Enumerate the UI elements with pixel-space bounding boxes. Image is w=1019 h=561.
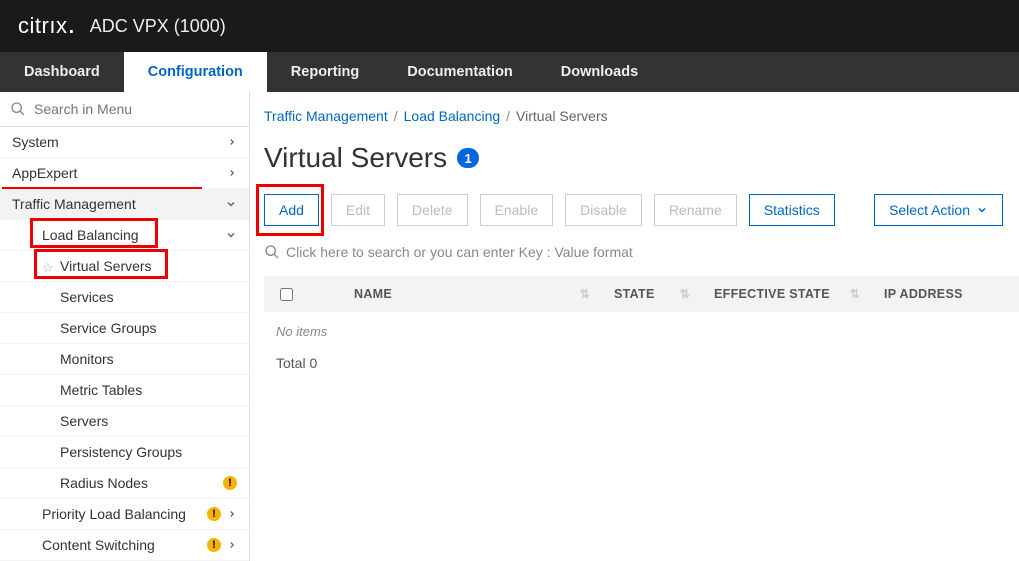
sidebar-item-radius-nodes[interactable]: Radius Nodes !: [0, 468, 249, 499]
statistics-button[interactable]: Statistics: [749, 194, 835, 226]
product-title: ADC VPX (1000): [90, 16, 226, 37]
warning-icon: !: [207, 538, 221, 552]
enable-button: Enable: [480, 194, 554, 226]
column-effective-state[interactable]: EFFECTIVE STATE ⇅: [702, 287, 872, 301]
sidebar-item-label: System: [12, 134, 59, 150]
sidebar-item-label: Monitors: [60, 351, 114, 367]
sidebar-search[interactable]: [0, 92, 249, 127]
sidebar-item-label: AppExpert: [12, 165, 77, 181]
tab-dashboard[interactable]: Dashboard: [0, 52, 124, 92]
column-label: NAME: [354, 287, 392, 301]
sidebar-item-label: Priority Load Balancing: [42, 506, 186, 522]
column-label: EFFECTIVE STATE: [714, 287, 830, 301]
sidebar-item-monitors[interactable]: Monitors: [0, 344, 249, 375]
sidebar-item-label: Load Balancing: [42, 227, 139, 243]
breadcrumb-current: Virtual Servers: [516, 108, 608, 124]
sidebar-item-priority-load-balancing[interactable]: Priority Load Balancing !: [0, 499, 249, 530]
toolbar: Add Edit Delete Enable Disable Rename St…: [264, 194, 1019, 226]
sidebar-search-input[interactable]: [32, 100, 239, 118]
sidebar-item-label: Persistency Groups: [60, 444, 182, 460]
column-checkbox[interactable]: [264, 285, 304, 304]
total-count: 0: [309, 355, 317, 371]
search-icon: [264, 244, 280, 260]
sidebar-item-servers[interactable]: Servers: [0, 406, 249, 437]
chevron-right-icon: [227, 168, 237, 178]
select-all-checkbox[interactable]: [280, 288, 293, 301]
sidebar-item-label: Content Switching: [42, 537, 155, 553]
breadcrumb-load-balancing[interactable]: Load Balancing: [404, 108, 501, 124]
breadcrumb-traffic-management[interactable]: Traffic Management: [264, 108, 388, 124]
warning-icon: !: [223, 476, 237, 490]
sort-icon: ⇅: [850, 287, 860, 301]
rename-button: Rename: [654, 194, 737, 226]
top-bar: citrıx. ADC VPX (1000): [0, 0, 1019, 52]
column-state[interactable]: STATE ⇅: [602, 287, 702, 301]
table-body: No items Total 0: [264, 312, 1019, 391]
tab-reporting[interactable]: Reporting: [267, 52, 383, 92]
total-label: Total: [276, 355, 306, 371]
sidebar-item-content-switching[interactable]: Content Switching !: [0, 530, 249, 561]
sidebar-item-service-groups[interactable]: Service Groups: [0, 313, 249, 344]
count-badge: 1: [457, 148, 479, 168]
sidebar-item-label: Services: [60, 289, 114, 305]
delete-button: Delete: [397, 194, 467, 226]
column-label: STATE: [614, 287, 655, 301]
chevron-right-icon: [227, 137, 237, 147]
breadcrumb-separator: /: [506, 108, 510, 124]
page-title: Virtual Servers 1: [264, 142, 1019, 174]
table-header: NAME ⇅ STATE ⇅ EFFECTIVE STATE ⇅ IP ADDRESS: [264, 276, 1019, 312]
select-action-label: Select Action: [889, 202, 970, 218]
sidebar-item-system[interactable]: System: [0, 127, 249, 158]
sort-icon: ⇅: [680, 287, 690, 301]
table-search[interactable]: Click here to search or you can enter Ke…: [264, 240, 1019, 264]
sidebar-item-virtual-servers[interactable]: Virtual Servers: [0, 251, 249, 282]
chevron-down-icon: [225, 229, 237, 241]
page-title-text: Virtual Servers: [264, 142, 447, 174]
chevron-right-icon: [227, 509, 237, 519]
sidebar-item-appexpert[interactable]: AppExpert: [0, 158, 249, 189]
sidebar-item-label: Traffic Management: [12, 196, 136, 212]
chevron-down-icon: [976, 204, 988, 216]
sort-icon: ⇅: [580, 287, 590, 301]
chevron-right-icon: [227, 540, 237, 550]
column-label: IP ADDRESS: [884, 287, 963, 301]
total-row: Total 0: [268, 343, 1015, 383]
sidebar-item-label: Service Groups: [60, 320, 156, 336]
main-content: Traffic Management / Load Balancing / Vi…: [250, 92, 1019, 561]
breadcrumb-separator: /: [394, 108, 398, 124]
tab-configuration[interactable]: Configuration: [124, 52, 267, 92]
sidebar: System AppExpert Traffic Management Load…: [0, 92, 250, 561]
citrix-logo: citrıx.: [18, 13, 76, 39]
chevron-down-icon: [225, 198, 237, 210]
add-button[interactable]: Add: [264, 194, 319, 226]
disable-button: Disable: [565, 194, 642, 226]
sidebar-item-persistency-groups[interactable]: Persistency Groups: [0, 437, 249, 468]
sidebar-item-load-balancing[interactable]: Load Balancing: [0, 220, 249, 251]
table-search-placeholder: Click here to search or you can enter Ke…: [286, 244, 633, 260]
select-action-dropdown[interactable]: Select Action: [874, 194, 1003, 226]
sidebar-item-traffic-management[interactable]: Traffic Management: [0, 189, 249, 220]
sidebar-item-label: Virtual Servers: [60, 258, 152, 274]
search-icon: [10, 101, 26, 117]
sidebar-item-services[interactable]: Services: [0, 282, 249, 313]
warning-icon: !: [207, 507, 221, 521]
edit-button: Edit: [331, 194, 385, 226]
sidebar-item-label: Radius Nodes: [60, 475, 148, 491]
no-items-message: No items: [268, 320, 1015, 343]
column-name[interactable]: NAME ⇅: [342, 287, 602, 301]
sidebar-item-label: Metric Tables: [60, 382, 142, 398]
breadcrumb: Traffic Management / Load Balancing / Vi…: [264, 108, 1019, 124]
sidebar-item-label: Servers: [60, 413, 108, 429]
column-ip-address[interactable]: IP ADDRESS: [872, 287, 1019, 301]
sidebar-item-metric-tables[interactable]: Metric Tables: [0, 375, 249, 406]
main-nav: Dashboard Configuration Reporting Docume…: [0, 52, 1019, 92]
tab-downloads[interactable]: Downloads: [537, 52, 662, 92]
tab-documentation[interactable]: Documentation: [383, 52, 537, 92]
